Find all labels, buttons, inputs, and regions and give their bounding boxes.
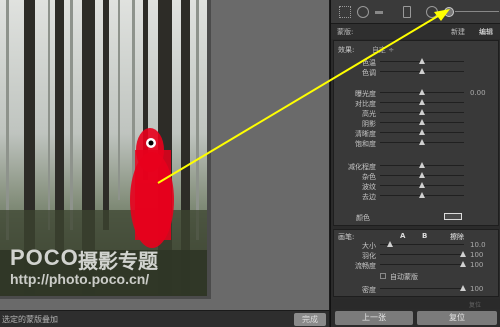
color-swatch[interactable]	[444, 213, 462, 220]
slider-row: 曝光度 0.00	[334, 88, 500, 98]
watermark-logo-cn: 摄影专题	[78, 249, 158, 273]
local-adjustment-panel: 蒙版: 新建 编辑 效果: 自定 ÷ 色温色调曝光度 0.00 对比度 高光 阴影 清晰度…	[330, 0, 500, 327]
slider-value[interactable]: 0.00	[470, 89, 486, 97]
photo-shadow	[207, 0, 211, 298]
effects-section: 效果: 自定 ÷ 色温色调曝光度 0.00 对比度 高光 阴影 清晰度饱和度减化程度 杂色波…	[333, 40, 499, 226]
slider-row: 波纹	[334, 181, 500, 191]
slider-thumb[interactable]	[460, 261, 467, 267]
mask-overlay-status[interactable]: 选定的蒙版叠加	[2, 314, 58, 325]
auto-mask-label: 自动蒙版	[390, 273, 418, 281]
adjustment-brush-icon[interactable]	[444, 7, 454, 17]
slider-row: 减化程度	[334, 161, 500, 171]
slider-value[interactable]: 10.0	[470, 241, 486, 249]
slider-row: 羽化 100	[334, 250, 500, 260]
slider-thumb[interactable]	[460, 251, 467, 257]
crop-grid-icon[interactable]	[339, 6, 351, 18]
tool-strip-line	[455, 11, 499, 12]
slider-thumb[interactable]	[419, 119, 425, 125]
slider-value[interactable]: 100	[470, 285, 483, 293]
watermark-url: http://photo.poco.cn/	[10, 271, 150, 287]
status-bar: 选定的蒙版叠加 完成	[0, 310, 329, 327]
slider-label: 去边	[362, 193, 376, 201]
radial-filter-icon[interactable]	[426, 6, 438, 18]
previous-button[interactable]: 上一张	[335, 311, 413, 325]
mask-label: 蒙版:	[337, 28, 354, 36]
slider-thumb[interactable]	[419, 99, 425, 105]
mask-row: 蒙版: 新建 编辑	[331, 24, 500, 39]
photo-canvas-area[interactable]: POCO 摄影专题 http://photo.poco.cn/	[0, 0, 329, 310]
slider-thumb[interactable]	[387, 241, 394, 247]
effect-label: 效果:	[338, 46, 355, 54]
slider-track[interactable]	[380, 254, 464, 255]
auto-mask-checkbox[interactable]	[380, 273, 386, 279]
photo-preview[interactable]: POCO 摄影专题 http://photo.poco.cn/	[0, 0, 207, 296]
slider-label: 饱和度	[355, 140, 376, 148]
slider-thumb[interactable]	[419, 109, 425, 115]
slider-thumb[interactable]	[419, 68, 425, 74]
slider-row: 色调	[334, 67, 500, 77]
slider-thumb[interactable]	[419, 89, 425, 95]
watermark-logo: POCO	[10, 245, 79, 270]
slider-label: 密度	[362, 286, 376, 294]
slider-label: 色调	[362, 69, 376, 77]
slider-thumb[interactable]	[419, 182, 425, 188]
slider-thumb[interactable]	[419, 139, 425, 145]
slider-value[interactable]: 100	[470, 261, 483, 269]
reset-button[interactable]: 复位	[417, 311, 497, 325]
slider-row: 色温	[334, 57, 500, 67]
slider-track[interactable]	[380, 264, 464, 265]
brush-b-tab[interactable]: B	[422, 232, 427, 240]
spot-removal-icon[interactable]	[357, 6, 369, 18]
photo-shadow-bottom	[0, 296, 211, 299]
slider-value[interactable]: 100	[470, 251, 483, 259]
slider-row: 饱和度	[334, 138, 500, 148]
slider-thumb[interactable]	[419, 58, 425, 64]
done-button[interactable]: 完成	[294, 313, 326, 326]
slider-row: 去边	[334, 191, 500, 201]
slider-thumb[interactable]	[419, 172, 425, 178]
effect-preset-select[interactable]: 自定 ÷	[372, 45, 394, 55]
slider-row: 清晰度	[334, 128, 500, 138]
slider-row: 对比度	[334, 98, 500, 108]
brush-a-tab[interactable]: A	[400, 232, 405, 240]
slider-track[interactable]	[380, 288, 464, 289]
slider-thumb[interactable]	[419, 162, 425, 168]
slider-thumb[interactable]	[419, 129, 425, 135]
color-label: 颜色	[356, 214, 370, 222]
slider-row: 高光	[334, 108, 500, 118]
slider-row: 流畅度 100	[334, 260, 500, 270]
color-row: 颜色	[334, 211, 500, 223]
slider-thumb[interactable]	[460, 285, 467, 291]
slider-row: 密度 100	[334, 284, 500, 294]
slider-row: 阴影	[334, 118, 500, 128]
graduated-filter-icon[interactable]	[403, 6, 411, 18]
slider-label: 流畅度	[355, 262, 376, 270]
brush-section: 画笔: A B 擦除 大小 10.0 羽化 100 流畅度 100 密度 100 自动蒙版	[333, 229, 499, 297]
red-eye-icon[interactable]	[375, 11, 383, 14]
slider-row: 杂色	[334, 171, 500, 181]
mask-edit-button[interactable]: 编辑	[479, 27, 493, 37]
tool-strip	[331, 0, 500, 24]
reset-small-label[interactable]: 复位	[469, 300, 481, 309]
mask-new-button[interactable]: 新建	[451, 27, 465, 37]
slider-row: 大小 10.0	[334, 240, 500, 250]
slider-thumb[interactable]	[419, 192, 425, 198]
